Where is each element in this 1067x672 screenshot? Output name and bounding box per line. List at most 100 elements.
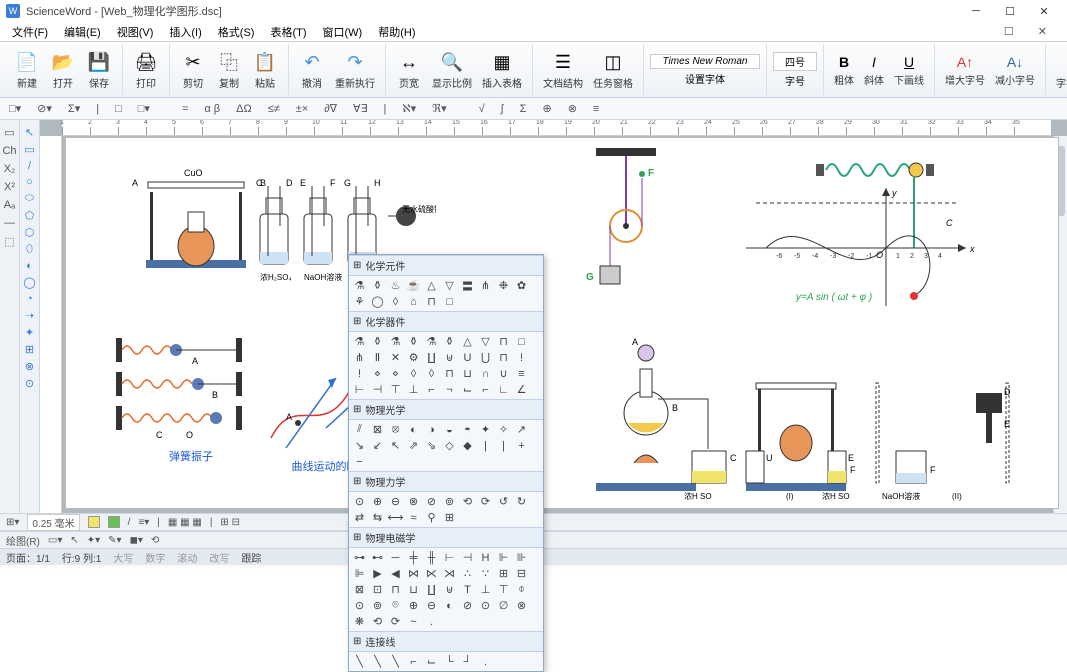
palette-item-1-31[interactable]: ⊣	[371, 383, 384, 396]
palette-item-1-17[interactable]: ⋃	[479, 351, 492, 364]
palette-item-4-15[interactable]: ⋊	[443, 567, 456, 580]
doc-struct-button[interactable]: ☰文档结构	[539, 47, 587, 92]
open-button[interactable]: 📂打开	[46, 47, 80, 92]
diagram-sine-wave[interactable]: x y O C y=A sin ( ωt + φ ) -6-5-4-3-2-1 …	[746, 148, 1036, 308]
mdi-restore-button[interactable]: ☐	[996, 23, 1022, 40]
palette-item-2-13[interactable]: ⇗	[407, 439, 420, 452]
palette-item-4-43[interactable]: ~	[407, 615, 420, 628]
formula-sym-8[interactable]: α β	[201, 103, 223, 115]
maximize-button[interactable]: ☐	[993, 1, 1027, 21]
lefttool-b-1[interactable]: ▭	[24, 143, 34, 156]
palette-item-1-39[interactable]: ∠	[515, 383, 528, 396]
palette-item-0-6[interactable]: 〓	[461, 279, 474, 292]
palette-item-0-10[interactable]: ⚘	[353, 295, 366, 308]
formula-sym-9[interactable]: ΔΩ	[233, 103, 255, 115]
page-width-button[interactable]: ↔页宽	[392, 47, 426, 92]
palette-item-2-19[interactable]: +	[515, 439, 528, 452]
palette-item-2-12[interactable]: ↖	[389, 439, 402, 452]
lefttool-a-2[interactable]: X₂	[4, 163, 16, 175]
formula-sym-12[interactable]: ∂∇	[321, 102, 340, 115]
palette-item-4-19[interactable]: ⊟	[515, 567, 528, 580]
palette-item-4-41[interactable]: ⟲	[371, 615, 384, 628]
palette-item-4-5[interactable]: ⊢	[443, 551, 456, 564]
cut-button[interactable]: ✂剪切	[176, 47, 210, 92]
lefttool-b-11[interactable]: ➝	[25, 309, 34, 322]
palette-item-4-36[interactable]: ⊘	[461, 599, 474, 612]
horizontal-ruler[interactable]: 1234567891011121314151617181920212223242…	[62, 120, 1051, 136]
palette-section-header-1[interactable]: ⊞化学器件	[349, 311, 543, 332]
formula-sym-7[interactable]: =	[179, 103, 191, 115]
menu-help[interactable]: 帮助(H)	[370, 22, 423, 42]
palette-item-2-16[interactable]: ◆	[461, 439, 474, 452]
palette-item-2-0[interactable]: ⫽	[353, 423, 366, 436]
palette-item-1-0[interactable]: ⚗	[353, 335, 366, 348]
formula-sym-23[interactable]: ≡	[590, 103, 602, 115]
bold-button[interactable]: B粗体	[830, 50, 858, 89]
palette-item-1-14[interactable]: ∐	[425, 351, 438, 364]
palette-item-5-0[interactable]: ╲	[353, 655, 366, 668]
menu-file[interactable]: 文件(F)	[4, 22, 56, 42]
palette-item-2-1[interactable]: ⊠	[371, 423, 384, 436]
palette-item-4-20[interactable]: ⊠	[353, 583, 366, 596]
palette-item-1-16[interactable]: U	[461, 351, 474, 364]
palette-item-2-7[interactable]: ✦	[479, 423, 492, 436]
italic-button[interactable]: I斜体	[860, 50, 888, 89]
palette-item-1-15[interactable]: ⊎	[443, 351, 456, 364]
menu-table[interactable]: 表格(T)	[262, 22, 314, 42]
palette-item-2-18[interactable]: |	[497, 439, 510, 452]
palette-item-1-32[interactable]: ⊤	[389, 383, 402, 396]
lefttool-a-0[interactable]: ▭	[4, 126, 14, 139]
color-swatch-yellow[interactable]	[88, 516, 100, 528]
grid-snap-icon[interactable]: ⊞▾	[6, 517, 19, 528]
lefttool-a-4[interactable]: Aₐ	[4, 199, 15, 211]
formula-sym-0[interactable]: □▾	[6, 102, 24, 115]
formula-sym-10[interactable]: ≤≠	[265, 103, 283, 115]
palette-item-1-37[interactable]: ⌐	[479, 383, 492, 396]
rotate-tool-icon[interactable]: ⟲	[151, 535, 159, 546]
fill-tool-icon[interactable]: ✦▾	[87, 535, 100, 546]
palette-item-0-3[interactable]: ☕	[407, 279, 420, 292]
palette-item-1-6[interactable]: △	[461, 335, 474, 348]
palette-item-2-17[interactable]: |	[479, 439, 492, 452]
palette-item-2-6[interactable]: ◓	[461, 423, 474, 436]
save-button[interactable]: 💾保存	[82, 47, 116, 92]
lefttool-b-12[interactable]: ✦	[25, 326, 34, 339]
palette-item-4-25[interactable]: ⊎	[443, 583, 456, 596]
palette-item-1-11[interactable]: Ⅱ	[371, 351, 384, 364]
palette-item-4-28[interactable]: ⊤	[497, 583, 510, 596]
redo-button[interactable]: ↷重新执行	[331, 47, 379, 92]
lefttool-b-13[interactable]: ⊞	[25, 343, 34, 356]
new-button[interactable]: 📄新建	[10, 47, 44, 92]
arrow-tool-icon[interactable]: ↖	[70, 535, 78, 546]
palette-item-4-32[interactable]: ⌾	[389, 599, 402, 612]
shape-tool-icon[interactable]: ▭▾	[48, 535, 62, 546]
palette-item-0-7[interactable]: ⋔	[479, 279, 492, 292]
diagram-spring-oscillators[interactable]: A B CO 弹簧振子	[116, 338, 266, 478]
palette-item-1-10[interactable]: ⋔	[353, 351, 366, 364]
layout-tools-icon[interactable]: ⊞ ⊟	[220, 517, 240, 528]
lefttool-b-3[interactable]: ○	[26, 176, 33, 188]
lefttool-a-6[interactable]: ⬚	[4, 235, 14, 248]
palette-item-1-18[interactable]: ⊓	[497, 351, 510, 364]
palette-item-3-7[interactable]: ⟳	[479, 495, 492, 508]
palette-item-0-9[interactable]: ✿	[515, 279, 528, 292]
palette-item-0-1[interactable]: ⚱	[371, 279, 384, 292]
palette-item-1-12[interactable]: ✕	[389, 351, 402, 364]
palette-item-4-17[interactable]: ∵	[479, 567, 492, 580]
palette-item-0-15[interactable]: □	[443, 295, 456, 308]
palette-item-2-8[interactable]: ✧	[497, 423, 510, 436]
formula-sym-5[interactable]: □▾	[135, 102, 153, 115]
palette-item-1-24[interactable]: ◊	[425, 367, 438, 380]
palette-item-3-1[interactable]: ⊕	[371, 495, 384, 508]
palette-item-4-33[interactable]: ⊕	[407, 599, 420, 612]
palette-item-5-2[interactable]: ╲	[389, 655, 402, 668]
palette-section-header-2[interactable]: ⊞物理光学	[349, 399, 543, 420]
mdi-close-button[interactable]: ✕	[1030, 23, 1055, 40]
palette-item-3-14[interactable]: ⚲	[425, 511, 438, 524]
formula-sym-2[interactable]: Σ▾	[65, 102, 83, 115]
palette-item-1-38[interactable]: ∟	[497, 383, 510, 396]
palette-item-1-21[interactable]: ⋄	[371, 367, 384, 380]
palette-item-1-2[interactable]: ⚗	[389, 335, 402, 348]
palette-item-4-2[interactable]: ─	[389, 551, 402, 564]
formula-sym-16[interactable]: ℜ▾	[429, 102, 449, 115]
